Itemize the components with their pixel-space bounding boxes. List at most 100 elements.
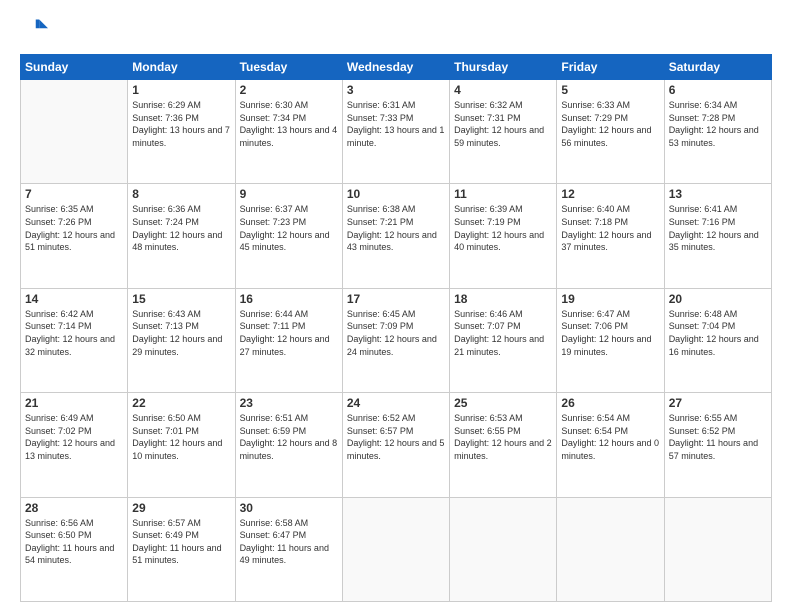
calendar-cell: 23 Sunrise: 6:51 AMSunset: 6:59 PMDayligh… xyxy=(235,393,342,497)
day-detail: Sunrise: 6:35 AMSunset: 7:26 PMDaylight:… xyxy=(25,203,123,253)
day-number: 23 xyxy=(240,396,338,410)
day-detail: Sunrise: 6:44 AMSunset: 7:11 PMDaylight:… xyxy=(240,308,338,358)
day-number: 12 xyxy=(561,187,659,201)
day-number: 27 xyxy=(669,396,767,410)
day-detail: Sunrise: 6:38 AMSunset: 7:21 PMDaylight:… xyxy=(347,203,445,253)
weekday-header-thursday: Thursday xyxy=(450,55,557,80)
day-number: 20 xyxy=(669,292,767,306)
calendar-cell: 20 Sunrise: 6:48 AMSunset: 7:04 PMDayligh… xyxy=(664,288,771,392)
week-row-2: 14 Sunrise: 6:42 AMSunset: 7:14 PMDayligh… xyxy=(21,288,772,392)
day-number: 19 xyxy=(561,292,659,306)
calendar-cell: 10 Sunrise: 6:38 AMSunset: 7:21 PMDayligh… xyxy=(342,184,449,288)
calendar-cell: 2Sunrise: 6:30 AMSunset: 7:34 PMDaylight… xyxy=(235,80,342,184)
logo xyxy=(20,16,52,44)
calendar-cell: 13 Sunrise: 6:41 AMSunset: 7:16 PMDayligh… xyxy=(664,184,771,288)
day-detail: Sunrise: 6:55 AMSunset: 6:52 PMDaylight:… xyxy=(669,412,767,462)
day-number: 8 xyxy=(132,187,230,201)
day-detail: Sunrise: 6:32 AMSunset: 7:31 PMDaylight:… xyxy=(454,99,552,149)
day-number: 9 xyxy=(240,187,338,201)
weekday-header-saturday: Saturday xyxy=(664,55,771,80)
day-detail: Sunrise: 6:51 AMSunset: 6:59 PMDaylight:… xyxy=(240,412,338,462)
header xyxy=(20,16,772,44)
day-detail: Sunrise: 6:41 AMSunset: 7:16 PMDaylight:… xyxy=(669,203,767,253)
day-detail: Sunrise: 6:31 AMSunset: 7:33 PMDaylight:… xyxy=(347,99,445,149)
week-row-3: 21 Sunrise: 6:49 AMSunset: 7:02 PMDayligh… xyxy=(21,393,772,497)
day-detail: Sunrise: 6:54 AMSunset: 6:54 PMDaylight:… xyxy=(561,412,659,462)
calendar-cell: 3 Sunrise: 6:31 AMSunset: 7:33 PMDaylight… xyxy=(342,80,449,184)
calendar-cell xyxy=(450,497,557,601)
calendar-cell: 18Sunrise: 6:46 AMSunset: 7:07 PMDayligh… xyxy=(450,288,557,392)
calendar-cell: 8 Sunrise: 6:36 AMSunset: 7:24 PMDaylight… xyxy=(128,184,235,288)
day-number: 15 xyxy=(132,292,230,306)
calendar-cell: 26Sunrise: 6:54 AMSunset: 6:54 PMDayligh… xyxy=(557,393,664,497)
calendar-cell: 21 Sunrise: 6:49 AMSunset: 7:02 PMDayligh… xyxy=(21,393,128,497)
calendar-cell: 7 Sunrise: 6:35 AMSunset: 7:26 PMDaylight… xyxy=(21,184,128,288)
day-detail: Sunrise: 6:39 AMSunset: 7:19 PMDaylight:… xyxy=(454,203,552,253)
day-detail: Sunrise: 6:37 AMSunset: 7:23 PMDaylight:… xyxy=(240,203,338,253)
calendar-cell: 25Sunrise: 6:53 AMSunset: 6:55 PMDayligh… xyxy=(450,393,557,497)
calendar-cell: 17Sunrise: 6:45 AMSunset: 7:09 PMDayligh… xyxy=(342,288,449,392)
calendar-cell: 24 Sunrise: 6:52 AMSunset: 6:57 PMDayligh… xyxy=(342,393,449,497)
calendar-cell: 15 Sunrise: 6:43 AMSunset: 7:13 PMDayligh… xyxy=(128,288,235,392)
week-row-1: 7 Sunrise: 6:35 AMSunset: 7:26 PMDaylight… xyxy=(21,184,772,288)
day-detail: Sunrise: 6:52 AMSunset: 6:57 PMDaylight:… xyxy=(347,412,445,462)
weekday-header-friday: Friday xyxy=(557,55,664,80)
day-number: 13 xyxy=(669,187,767,201)
calendar-cell xyxy=(21,80,128,184)
calendar-cell: 16 Sunrise: 6:44 AMSunset: 7:11 PMDayligh… xyxy=(235,288,342,392)
calendar-cell: 5 Sunrise: 6:33 AMSunset: 7:29 PMDaylight… xyxy=(557,80,664,184)
day-detail: Sunrise: 6:29 AMSunset: 7:36 PMDaylight:… xyxy=(132,99,230,149)
calendar-table: SundayMondayTuesdayWednesdayThursdayFrid… xyxy=(20,54,772,602)
day-number: 3 xyxy=(347,83,445,97)
day-number: 14 xyxy=(25,292,123,306)
day-number: 29 xyxy=(132,501,230,515)
weekday-header-monday: Monday xyxy=(128,55,235,80)
day-detail: Sunrise: 6:48 AMSunset: 7:04 PMDaylight:… xyxy=(669,308,767,358)
day-number: 18 xyxy=(454,292,552,306)
calendar-cell: 9 Sunrise: 6:37 AMSunset: 7:23 PMDaylight… xyxy=(235,184,342,288)
day-number: 11 xyxy=(454,187,552,201)
weekday-header-tuesday: Tuesday xyxy=(235,55,342,80)
calendar-cell xyxy=(664,497,771,601)
calendar-cell: 4 Sunrise: 6:32 AMSunset: 7:31 PMDaylight… xyxy=(450,80,557,184)
day-number: 30 xyxy=(240,501,338,515)
calendar-cell xyxy=(342,497,449,601)
day-detail: Sunrise: 6:49 AMSunset: 7:02 PMDaylight:… xyxy=(25,412,123,462)
day-number: 6 xyxy=(669,83,767,97)
day-detail: Sunrise: 6:40 AMSunset: 7:18 PMDaylight:… xyxy=(561,203,659,253)
day-detail: Sunrise: 6:36 AMSunset: 7:24 PMDaylight:… xyxy=(132,203,230,253)
day-detail: Sunrise: 6:57 AMSunset: 6:49 PMDaylight:… xyxy=(132,517,230,567)
weekday-header-sunday: Sunday xyxy=(21,55,128,80)
day-number: 10 xyxy=(347,187,445,201)
day-number: 21 xyxy=(25,396,123,410)
day-detail: Sunrise: 6:43 AMSunset: 7:13 PMDaylight:… xyxy=(132,308,230,358)
calendar-cell: 27 Sunrise: 6:55 AMSunset: 6:52 PMDayligh… xyxy=(664,393,771,497)
calendar-cell: 30Sunrise: 6:58 AMSunset: 6:47 PMDayligh… xyxy=(235,497,342,601)
day-detail: Sunrise: 6:45 AMSunset: 7:09 PMDaylight:… xyxy=(347,308,445,358)
calendar-cell: 11 Sunrise: 6:39 AMSunset: 7:19 PMDayligh… xyxy=(450,184,557,288)
day-number: 25 xyxy=(454,396,552,410)
day-number: 22 xyxy=(132,396,230,410)
calendar-cell: 1 Sunrise: 6:29 AMSunset: 7:36 PMDaylight… xyxy=(128,80,235,184)
day-detail: Sunrise: 6:50 AMSunset: 7:01 PMDaylight:… xyxy=(132,412,230,462)
logo-icon xyxy=(20,16,48,44)
day-number: 1 xyxy=(132,83,230,97)
calendar-cell: 6 Sunrise: 6:34 AMSunset: 7:28 PMDaylight… xyxy=(664,80,771,184)
day-detail: Sunrise: 6:56 AMSunset: 6:50 PMDaylight:… xyxy=(25,517,123,567)
day-number: 5 xyxy=(561,83,659,97)
day-number: 16 xyxy=(240,292,338,306)
day-number: 7 xyxy=(25,187,123,201)
day-detail: Sunrise: 6:34 AMSunset: 7:28 PMDaylight:… xyxy=(669,99,767,149)
day-detail: Sunrise: 6:42 AMSunset: 7:14 PMDaylight:… xyxy=(25,308,123,358)
calendar-cell: 22 Sunrise: 6:50 AMSunset: 7:01 PMDayligh… xyxy=(128,393,235,497)
day-detail: Sunrise: 6:30 AMSunset: 7:34 PMDaylight:… xyxy=(240,99,338,149)
page: SundayMondayTuesdayWednesdayThursdayFrid… xyxy=(0,0,792,612)
day-number: 4 xyxy=(454,83,552,97)
calendar-cell xyxy=(557,497,664,601)
day-number: 24 xyxy=(347,396,445,410)
calendar-cell: 12 Sunrise: 6:40 AMSunset: 7:18 PMDayligh… xyxy=(557,184,664,288)
week-row-0: 1 Sunrise: 6:29 AMSunset: 7:36 PMDaylight… xyxy=(21,80,772,184)
weekday-header-wednesday: Wednesday xyxy=(342,55,449,80)
day-number: 28 xyxy=(25,501,123,515)
day-detail: Sunrise: 6:33 AMSunset: 7:29 PMDaylight:… xyxy=(561,99,659,149)
